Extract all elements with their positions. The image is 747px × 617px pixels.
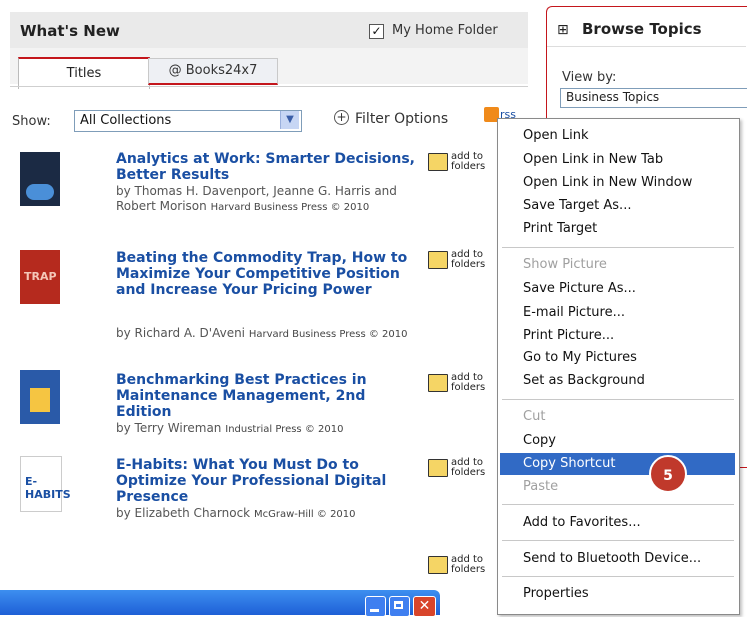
browse-topics-divider	[547, 46, 746, 47]
menu-item-properties[interactable]: Properties	[523, 586, 589, 601]
menu-item-open-link-new-tab[interactable]: Open Link in New Tab	[523, 152, 663, 167]
menu-item-print-target[interactable]: Print Target	[523, 221, 597, 236]
menu-item-open-link-new-window[interactable]: Open Link in New Window	[523, 175, 692, 190]
menu-item-cut: Cut	[523, 409, 546, 424]
add-to-folders-4[interactable]: add to folders	[451, 458, 491, 478]
book-title-4[interactable]: E-Habits: What You Must Do to Optimize Y…	[116, 457, 416, 505]
book-title-2[interactable]: Beating the Commodity Trap, How to Maxim…	[116, 250, 416, 298]
menu-separator	[502, 399, 734, 400]
folder-icon[interactable]	[428, 459, 448, 477]
menu-item-paste: Paste	[523, 479, 559, 494]
tree-icon: ⊞	[557, 22, 569, 38]
add-to-folders-1[interactable]: add to folders	[451, 152, 491, 172]
folder-icon[interactable]	[428, 153, 448, 171]
menu-item-send-bluetooth[interactable]: Send to Bluetooth Device...	[523, 551, 701, 566]
book-title-3[interactable]: Benchmarking Best Practices in Maintenan…	[116, 372, 416, 420]
menu-item-save-target[interactable]: Save Target As...	[523, 198, 631, 213]
home-folder-label[interactable]: My Home Folder	[392, 23, 498, 38]
whats-new-title: What's New	[20, 22, 120, 40]
menu-separator	[502, 247, 734, 248]
maximize-icon	[394, 601, 403, 609]
menu-item-show-picture: Show Picture	[523, 257, 607, 272]
book-authors-text: by Richard A. D'Aveni	[116, 326, 246, 340]
close-icon: ✕	[418, 598, 431, 614]
book-title-1[interactable]: Analytics at Work: Smarter Decisions, Be…	[116, 151, 416, 183]
menu-item-email-picture[interactable]: E-mail Picture...	[523, 305, 625, 320]
book-publisher-3: Industrial Press © 2010	[225, 424, 344, 435]
book-publisher-2: Harvard Business Press © 2010	[248, 329, 408, 340]
book-publisher-1: Harvard Business Press © 2010	[210, 202, 370, 213]
maximize-button[interactable]	[389, 596, 410, 617]
menu-item-save-picture[interactable]: Save Picture As...	[523, 281, 636, 296]
close-button[interactable]: ✕	[413, 596, 436, 617]
tab-divider	[10, 86, 528, 87]
filter-options-link[interactable]: Filter Options	[355, 111, 448, 127]
folder-icon[interactable]	[428, 251, 448, 269]
menu-item-set-background[interactable]: Set as Background	[523, 373, 645, 388]
book-cover-4[interactable]: E-HABITS	[20, 456, 71, 512]
plus-circle-icon[interactable]: +	[334, 110, 349, 125]
book-authors-3: by Terry Wireman Industrial Press © 2010	[116, 421, 416, 437]
add-to-folders-2[interactable]: add to folders	[451, 250, 491, 270]
tab-books24x7[interactable]: @ Books24x7	[148, 58, 278, 85]
menu-item-copy[interactable]: Copy	[523, 433, 556, 448]
folder-icon[interactable]	[428, 374, 448, 392]
view-by-label: View by:	[562, 70, 617, 85]
home-folder-checkbox[interactable]: ✓	[369, 24, 384, 39]
book-authors-text: by Terry Wireman	[116, 421, 222, 435]
book-authors-4: by Elizabeth Charnock McGraw-Hill © 2010	[116, 506, 416, 522]
menu-item-add-favorites[interactable]: Add to Favorites...	[523, 515, 641, 530]
menu-item-copy-shortcut[interactable]: Copy Shortcut	[523, 456, 615, 471]
menu-item-print-picture[interactable]: Print Picture...	[523, 328, 614, 343]
book-cover-2[interactable]: TRAP	[20, 250, 60, 304]
menu-separator	[502, 504, 734, 505]
menu-item-my-pictures[interactable]: Go to My Pictures	[523, 350, 637, 365]
book-authors-2: by Richard A. D'Aveni Harvard Business P…	[116, 326, 416, 342]
book-publisher-4: McGraw-Hill © 2010	[253, 509, 356, 520]
step-callout-5: 5	[649, 455, 687, 493]
chevron-down-icon[interactable]: ▼	[280, 111, 299, 129]
book-cover-1[interactable]	[20, 152, 60, 206]
minimize-button[interactable]	[365, 596, 386, 617]
minimize-icon	[370, 609, 379, 612]
add-to-folders-3[interactable]: add to folders	[451, 373, 491, 393]
show-label: Show:	[12, 114, 51, 129]
menu-separator	[502, 540, 734, 541]
view-by-value[interactable]: Business Topics	[566, 90, 659, 104]
book-cover-3[interactable]	[20, 370, 60, 424]
menu-item-open-link[interactable]: Open Link	[523, 128, 588, 143]
tab-titles[interactable]: Titles	[18, 57, 150, 89]
browse-topics-title: Browse Topics	[582, 20, 702, 38]
book-authors-1: by Thomas H. Davenport, Jeanne G. Harris…	[116, 184, 416, 215]
folder-icon[interactable]	[428, 556, 448, 574]
collection-select-value[interactable]: All Collections	[80, 113, 171, 128]
menu-separator	[502, 576, 734, 577]
add-to-folders-5[interactable]: add to folders	[451, 555, 491, 575]
book-authors-text: by Elizabeth Charnock	[116, 506, 251, 520]
